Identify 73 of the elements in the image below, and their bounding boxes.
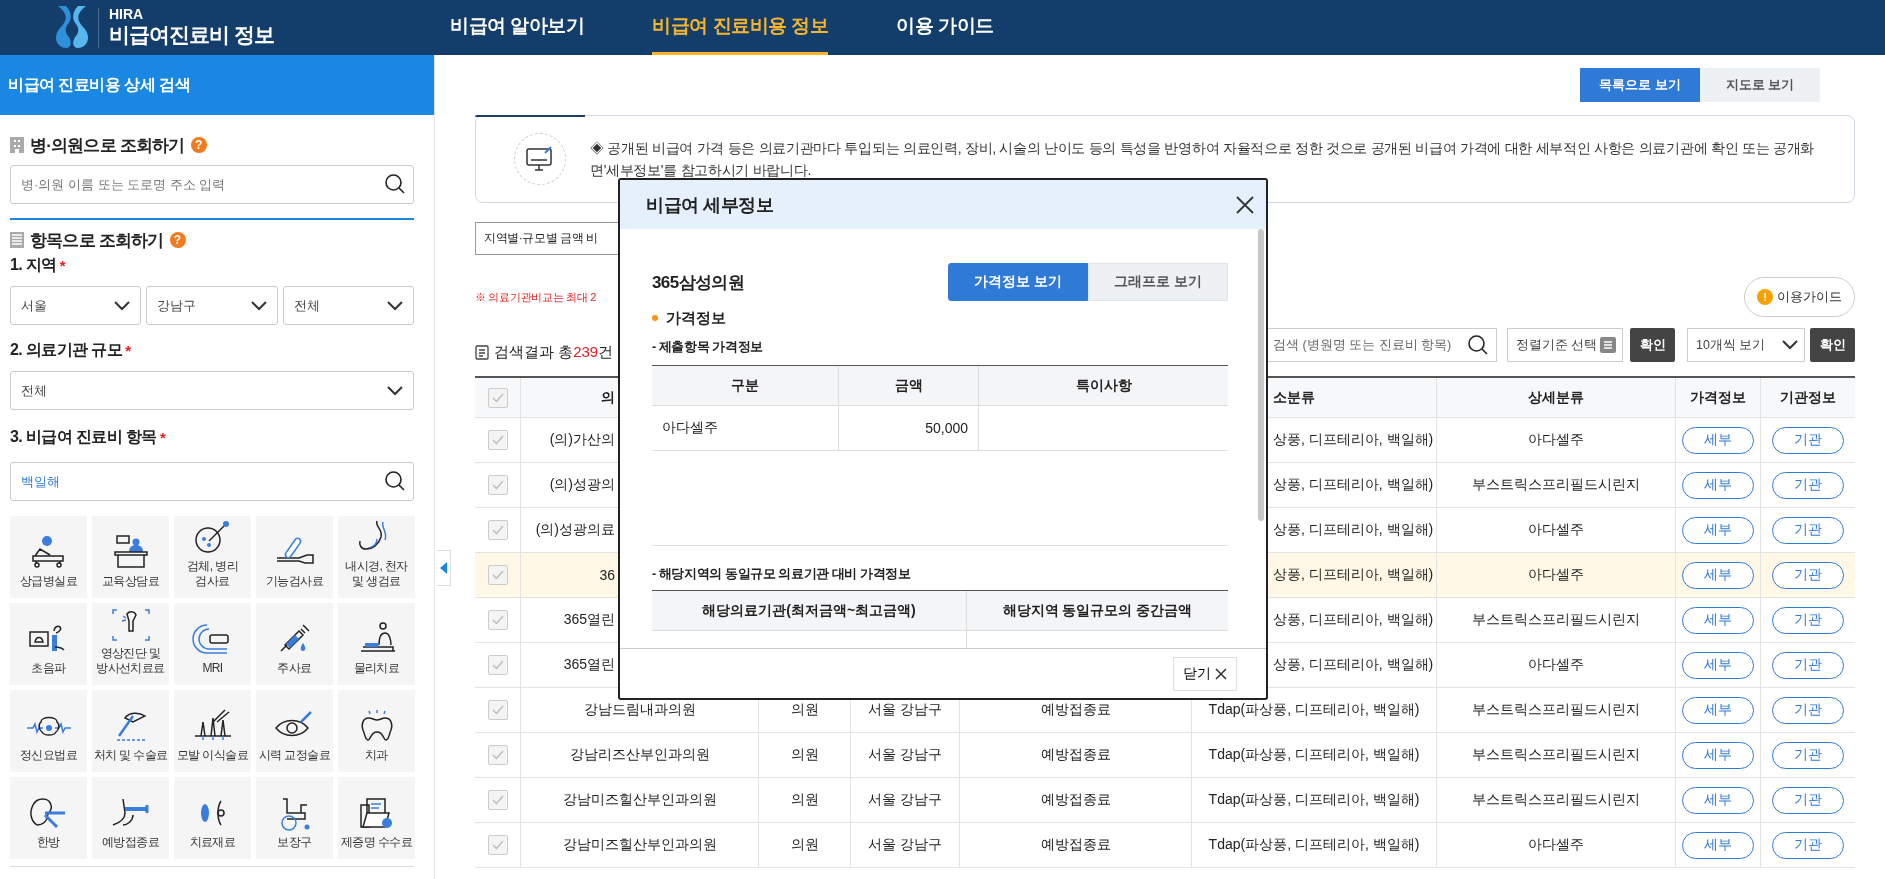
table-cell: 서울 강남구	[868, 836, 942, 854]
table-cell: 365열린	[563, 656, 615, 674]
table-cell: 부스트릭스프리필드시린지	[1472, 611, 1640, 629]
field-label: 1. 지역	[10, 254, 57, 275]
table-cell: 강남미즈힐산부인과의원	[562, 791, 717, 809]
required-mark: *	[159, 428, 166, 446]
table-cell: 의원	[790, 836, 819, 854]
table-cell: Tdap(파상풍, 디프테리아, 백일해)	[1208, 836, 1420, 854]
table-cell: 강남리즈산부인과의원	[569, 746, 710, 764]
table-cell: (의)가산의	[549, 431, 615, 449]
column-header: 구분	[731, 376, 759, 395]
table-cell: 아다셀주	[1528, 656, 1584, 674]
table-cell: 예방접종료	[1040, 746, 1111, 764]
table-cell: 강남미즈힐산부인과의원	[562, 836, 717, 854]
table-cell: Tdap(파상풍, 디프테리아, 백일해)	[1208, 791, 1420, 809]
section-heading: 항목으로 조회하기	[30, 229, 164, 252]
table-cell: 의원	[790, 746, 819, 764]
table-cell: 아다셀주	[1528, 836, 1584, 854]
column-header: 의	[601, 388, 615, 407]
column-header: 가격정보	[1690, 388, 1746, 407]
hospital-name: 365삼성의원	[652, 271, 745, 294]
table-cell: 상풍, 디프테리아, 백일해)	[1273, 566, 1434, 584]
table-cell: 상풍, 디프테리아, 백일해)	[1273, 521, 1434, 539]
required-mark: *	[59, 256, 66, 274]
column-header: 해당의료기관(최저금액~최고금액)	[702, 601, 916, 620]
field-label: 2. 의료기관 규모	[10, 339, 123, 360]
table-cell: 상풍, 디프테리아, 백일해)	[1273, 611, 1434, 629]
section-heading: 가격정보	[666, 308, 726, 328]
table-cell: 예방접종료	[1040, 701, 1111, 719]
note-text: ※ 의료기관비교는 최대 2	[475, 289, 597, 305]
table-cell: 부스트릭스프리필드시린지	[1472, 791, 1640, 809]
table-cell: 365열린	[563, 611, 615, 629]
table-cell: 예방접종료	[1040, 836, 1111, 854]
required-mark: *	[125, 341, 131, 359]
table-cell: 서울 강남구	[868, 746, 942, 764]
table-cell: Tdap(파상풍, 디프테리아, 백일해)	[1208, 701, 1420, 719]
subsection-title: - 해당지역의 동일규모 의료기관 대비 가격정보	[652, 566, 912, 582]
subsection-title: - 제출항목 가격정보	[652, 339, 764, 355]
column-header: 금액	[894, 376, 923, 395]
column-header: 특이사항	[1075, 376, 1132, 395]
column-header: 해당지역 동일규모의 중간금액	[1002, 601, 1193, 620]
table-cell: 아다셀주	[1528, 521, 1584, 539]
table-cell: 의원	[790, 791, 819, 809]
column-header: 소분류	[1273, 388, 1315, 407]
logo-text: HIRA	[109, 6, 145, 21]
table-cell: 강남드림내과의원	[583, 701, 696, 719]
table-cell: 아다셀주	[1528, 566, 1584, 584]
column-header: 기관정보	[1780, 388, 1836, 407]
table-cell: 부스트릭스프리필드시린지	[1472, 476, 1640, 494]
table-cell: 36	[599, 567, 615, 583]
table-cell: 부스트릭스프리필드시린지	[1472, 701, 1640, 719]
table-cell: 부스트릭스프리필드시린지	[1472, 746, 1640, 764]
column-header: 상세분류	[1528, 388, 1584, 407]
table-cell: Tdap(파상풍, 디프테리아, 백일해)	[1208, 746, 1420, 764]
notice-text: ◈ 공개된 비급여 가격 등은 의료기관마다 투입되는 의료인력, 장비, 시술의 난이도 등의 특성을 반영하여 자율적으로 정한 것으로 공개된 비급여 가격에 대한 세부적인 사항은 의료기관에 확인 또는 공개화면'세부정보'를 참고하시기 바랍니다.	[590, 139, 1815, 180]
field-label: 3. 비급여 진료비 항목	[10, 426, 157, 447]
table-cell: 아다셀주	[662, 419, 718, 437]
table-cell: (의)성광의	[549, 476, 615, 494]
table-cell: (의)성광의료	[535, 521, 615, 539]
table-cell: 예방접종료	[1040, 791, 1111, 809]
section-heading: 병·의원으로 조회하기	[30, 134, 185, 157]
table-cell: 의원	[790, 701, 819, 719]
table-cell: 상풍, 디프테리아, 백일해)	[1273, 431, 1434, 449]
site-title: 비급여진료비 정보	[109, 23, 274, 45]
result-count: 검색결과 총239건	[494, 343, 614, 362]
panel-title: 비급여 진료비용 상세 검색	[0, 55, 434, 115]
table-cell: 상풍, 디프테리아, 백일해)	[1273, 476, 1434, 494]
table-cell: 서울 강남구	[868, 701, 942, 719]
table-cell: 서울 강남구	[868, 791, 942, 809]
table-cell: 상풍, 디프테리아, 백일해)	[1273, 656, 1434, 674]
dialog-title: 비급여 세부정보	[646, 193, 773, 217]
table-cell: 50,000	[925, 420, 968, 436]
table-cell: 아다셀주	[1528, 431, 1584, 449]
